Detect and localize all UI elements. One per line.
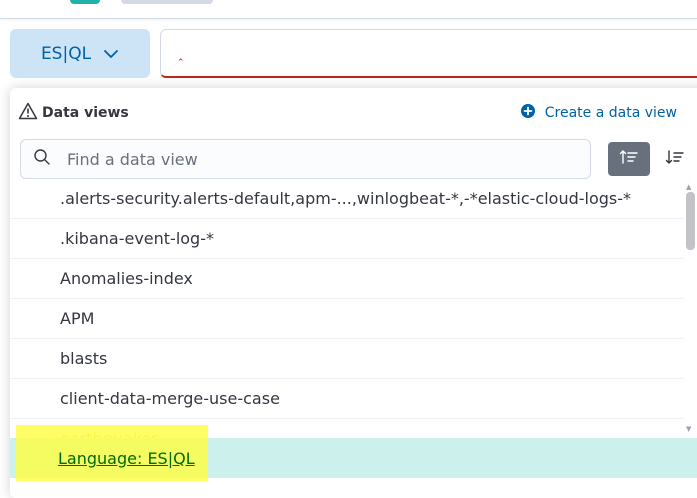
scroll-down-arrow-icon[interactable]: ▼	[686, 425, 691, 433]
sort-descending-icon	[665, 149, 685, 169]
chevron-down-icon	[103, 46, 119, 62]
language-switcher-label: ES|QL	[40, 43, 92, 64]
popover-title-text: Data views	[42, 105, 129, 121]
top-tab-active[interactable]	[70, 0, 100, 4]
scrollbar-thumb[interactable]	[686, 192, 695, 250]
search-field[interactable]	[20, 139, 591, 179]
sort-ascending-icon	[619, 149, 639, 169]
sort-descending-button[interactable]	[660, 142, 690, 176]
top-navigation-bar	[0, 0, 697, 19]
list-item[interactable]: Anomalies-index	[10, 259, 684, 299]
list-item[interactable]: .kibana-event-log-*	[10, 219, 684, 259]
scroll-up-arrow-icon[interactable]: ▲	[686, 183, 691, 191]
language-link[interactable]: Language: ES|QL	[58, 449, 195, 468]
list-item[interactable]: APM	[10, 299, 684, 339]
search-icon	[33, 148, 51, 170]
data-view-list: .alerts-security.alerts-default,apm-...,…	[10, 179, 684, 438]
top-tab[interactable]	[121, 0, 213, 4]
data-view-popover: Data views Create a data view .a	[10, 88, 697, 498]
list-item[interactable]: blasts	[10, 339, 684, 379]
plus-circle-icon	[520, 103, 536, 123]
list-item[interactable]: client-data-merge-use-case	[10, 379, 684, 419]
warning-icon	[18, 102, 38, 124]
error-marker-icon: ⌃	[177, 58, 185, 68]
search-input[interactable]	[65, 148, 569, 170]
query-editor[interactable]: ⌃	[160, 29, 697, 78]
popover-header: Data views Create a data view	[10, 88, 697, 138]
create-data-view-label: Create a data view	[544, 105, 677, 121]
sort-ascending-button[interactable]	[608, 142, 650, 176]
list-item[interactable]: .alerts-security.alerts-default,apm-...,…	[10, 179, 684, 219]
scrollbar[interactable]: ▲ ▼	[686, 183, 695, 433]
language-switcher-button[interactable]: ES|QL	[10, 29, 150, 78]
popover-title: Data views	[18, 102, 129, 124]
search-row	[20, 139, 684, 179]
create-data-view-link[interactable]: Create a data view	[520, 103, 677, 123]
